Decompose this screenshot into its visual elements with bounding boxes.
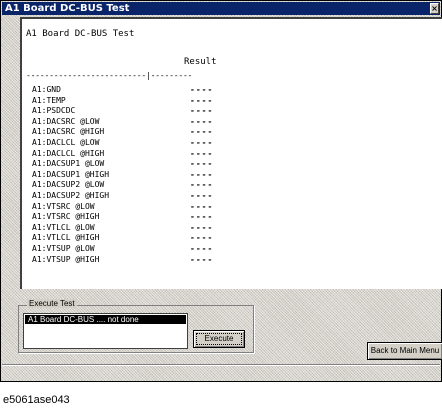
results-heading: A1 Board DC-BUS Test — [26, 29, 135, 39]
back-to-main-menu-button[interactable]: Back to Main Menu — [367, 342, 442, 360]
test-result: ---- — [190, 148, 214, 158]
test-result: ---- — [190, 116, 214, 126]
test-name: A1:DACSUP1 @LOW — [32, 159, 105, 169]
test-result: ---- — [190, 159, 214, 169]
result-column-header: Result — [184, 57, 217, 67]
test-name: A1:DACSUP2 @LOW — [32, 180, 105, 190]
test-result: ---- — [190, 212, 214, 222]
test-result: ---- — [190, 243, 214, 253]
figure-caption: e5061ase043 — [3, 394, 70, 406]
test-list-item[interactable]: A1 Board DC-BUS .... not done — [25, 315, 186, 324]
test-name: A1:VTSUP @LOW — [32, 243, 95, 253]
test-result: ---- — [190, 201, 214, 211]
test-result: ---- — [190, 137, 214, 147]
test-result: ---- — [190, 85, 214, 94]
execute-test-label: Execute Test — [27, 299, 77, 308]
test-name: A1:TEMP — [32, 95, 66, 105]
test-result: ---- — [190, 180, 214, 190]
test-name: A1:DACLCL @LOW — [32, 137, 100, 147]
test-name: A1:VTLCL @LOW — [32, 222, 95, 232]
test-result: ---- — [190, 95, 214, 105]
test-result: ---- — [190, 254, 214, 264]
bottom-divider — [2, 364, 440, 366]
test-result: ---- — [190, 127, 214, 137]
test-name: A1:VTSRC @LOW — [32, 201, 95, 211]
window-title: A1 Board DC-BUS Test — [5, 3, 130, 14]
test-name: A1:DACLCL @HIGH — [32, 148, 105, 158]
test-name: A1:GND — [32, 85, 61, 94]
results-panel: A1 Board DC-BUS Test Result ------------… — [20, 17, 442, 289]
results-divider: --------------------------|--------- — [26, 71, 193, 80]
test-result: ---- — [190, 190, 214, 200]
test-name: A1:VTLCL @HIGH — [32, 233, 100, 243]
test-name: A1:DACSRC @LOW — [32, 116, 100, 126]
test-result: ---- — [190, 169, 214, 179]
test-window: A1 Board DC-BUS Test × A1 Board DC-BUS T… — [0, 0, 442, 382]
test-result: ---- — [190, 233, 214, 243]
test-list[interactable]: A1 Board DC-BUS .... not done — [23, 313, 188, 349]
title-bar: A1 Board DC-BUS Test × — [2, 2, 440, 15]
test-name: A1:DACSUP2 @HIGH — [32, 190, 110, 200]
test-result: ---- — [190, 106, 214, 116]
test-result: ---- — [190, 222, 214, 232]
test-name: A1:VTSRC @HIGH — [32, 212, 100, 222]
execute-test-group: Execute Test A1 Board DC-BUS .... not do… — [18, 299, 254, 353]
test-name: A1:DACSRC @HIGH — [32, 127, 105, 137]
test-name: A1:DACSUP1 @HIGH — [32, 169, 110, 179]
close-icon[interactable]: × — [430, 3, 439, 14]
test-name: A1:PSDCDC — [32, 106, 76, 116]
execute-button[interactable]: Execute — [193, 330, 245, 348]
test-name: A1:VTSUP @HIGH — [32, 254, 100, 264]
